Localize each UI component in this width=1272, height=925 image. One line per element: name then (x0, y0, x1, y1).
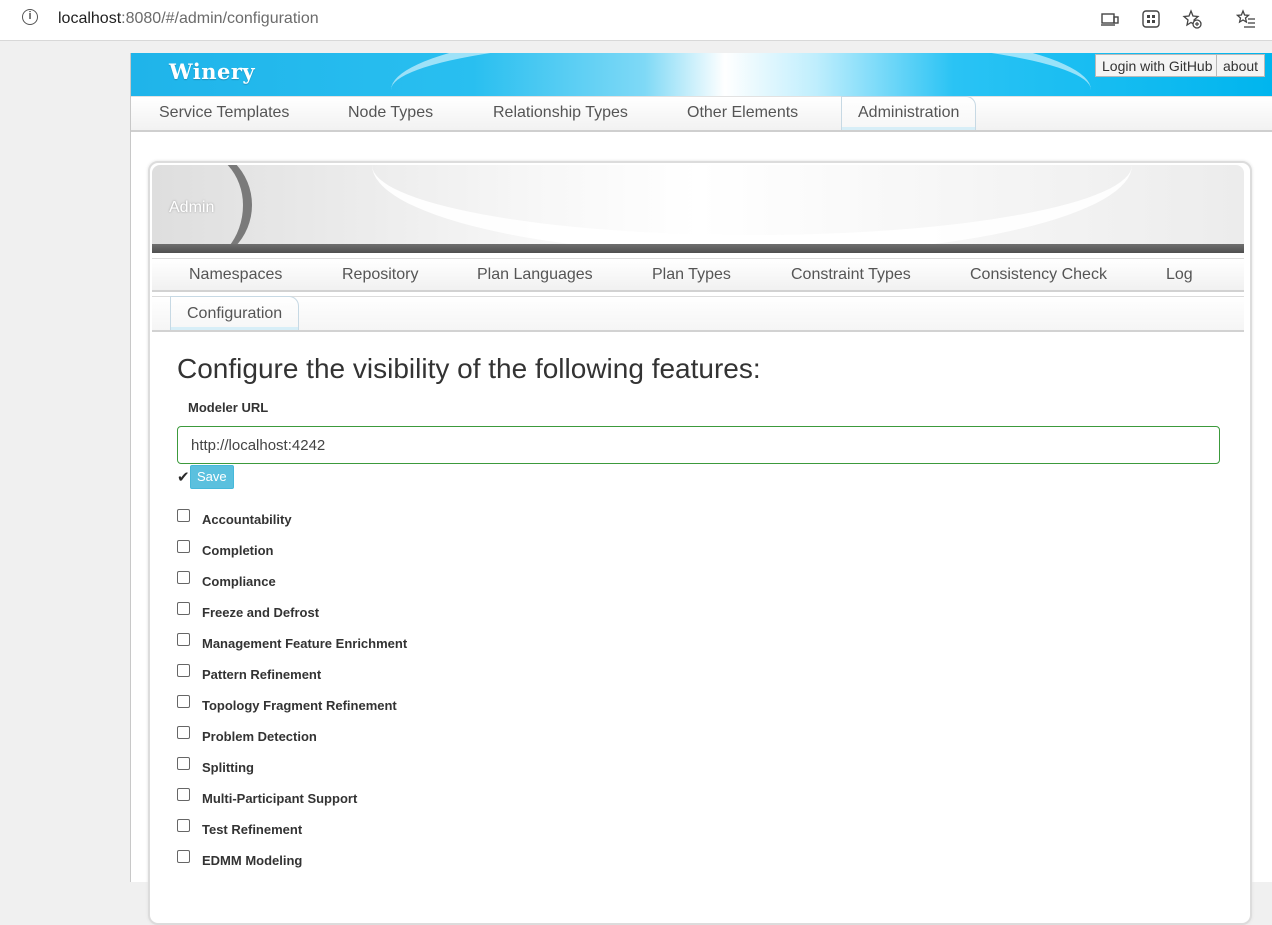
save-button[interactable]: Save (190, 465, 234, 489)
winery-app: Winery Login with GitHub about Service T… (130, 53, 1272, 925)
feature-checkbox[interactable] (177, 695, 190, 708)
tab-configuration[interactable]: Configuration (170, 296, 300, 330)
feature-label[interactable]: Accountability (202, 512, 292, 527)
nav-service-templates[interactable]: Service Templates (159, 104, 289, 122)
feature-checkbox[interactable] (177, 571, 190, 584)
admin-tabs: Namespaces Repository Plan Languages Pla… (152, 258, 1244, 292)
info-icon[interactable]: i (22, 9, 38, 25)
browser-address-bar: i localhost:8080/#/admin/configuration (0, 0, 1272, 41)
address-url[interactable]: localhost:8080/#/admin/configuration (58, 10, 319, 28)
favorites-list-icon[interactable] (1235, 9, 1256, 29)
feature-checkbox[interactable] (177, 540, 190, 553)
feature-checkbox[interactable] (177, 788, 190, 801)
tab-namespaces[interactable]: Namespaces (189, 266, 282, 284)
admin-banner-label: Admin (169, 199, 215, 216)
url-host: localhost (58, 10, 122, 27)
add-favorite-icon[interactable] (1182, 9, 1202, 29)
tab-repository[interactable]: Repository (342, 266, 418, 284)
feature-checkbox[interactable] (177, 633, 190, 646)
feature-label[interactable]: Multi-Participant Support (202, 791, 357, 806)
feature-checkbox[interactable] (177, 757, 190, 770)
feature-checkbox[interactable] (177, 509, 190, 522)
banner-bar-decoration (152, 244, 1244, 253)
main-navigation: Service Templates Node Types Relationshi… (131, 96, 1272, 132)
winery-logo[interactable]: Winery (169, 59, 255, 84)
admin-tabs-row-2: Configuration (152, 296, 1244, 332)
nav-other-elements[interactable]: Other Elements (687, 104, 798, 122)
feature-label[interactable]: Topology Fragment Refinement (202, 698, 397, 713)
feature-checkbox[interactable] (177, 664, 190, 677)
feature-label[interactable]: Freeze and Defrost (202, 605, 319, 620)
admin-panel: Admin Namespaces Repository Plan Languag… (148, 161, 1252, 925)
feature-label[interactable]: EDMM Modeling (202, 853, 302, 868)
feature-label[interactable]: Test Refinement (202, 822, 302, 837)
nav-node-types[interactable]: Node Types (348, 104, 433, 122)
feature-checkbox[interactable] (177, 602, 190, 615)
tab-plan-types[interactable]: Plan Types (652, 266, 731, 284)
modeler-url-input[interactable] (177, 426, 1220, 464)
feature-label[interactable]: Completion (202, 543, 274, 558)
apps-grid-icon[interactable] (1141, 9, 1161, 29)
tab-log[interactable]: Log (1166, 266, 1193, 284)
login-github-button[interactable]: Login with GitHub (1095, 54, 1220, 77)
url-path: :8080/#/admin/configuration (121, 10, 319, 27)
nav-administration[interactable]: Administration (841, 96, 977, 130)
banner-swoosh-decoration (372, 165, 1132, 253)
tab-consistency-check[interactable]: Consistency Check (970, 266, 1107, 284)
feature-label[interactable]: Compliance (202, 574, 276, 589)
feature-checkbox[interactable] (177, 850, 190, 863)
tab-constraint-types[interactable]: Constraint Types (791, 266, 911, 284)
header-swoosh-decoration (391, 53, 1091, 96)
feature-checkbox[interactable] (177, 819, 190, 832)
nav-relationship-types[interactable]: Relationship Types (493, 104, 628, 122)
feature-label[interactable]: Problem Detection (202, 729, 317, 744)
feature-checkbox[interactable] (177, 726, 190, 739)
feature-label[interactable]: Pattern Refinement (202, 667, 321, 682)
page-title: Configure the visibility of the followin… (177, 353, 761, 384)
modeler-url-label: Modeler URL (188, 400, 269, 415)
admin-banner: Admin (152, 165, 1244, 253)
app-header: Winery Login with GitHub about (131, 53, 1272, 96)
tab-plan-languages[interactable]: Plan Languages (477, 266, 593, 284)
valid-check-icon: ✔ (177, 469, 190, 486)
feature-label[interactable]: Management Feature Enrichment (202, 636, 407, 651)
feature-label[interactable]: Splitting (202, 760, 254, 775)
device-icon[interactable] (1100, 9, 1120, 29)
about-button[interactable]: about (1216, 54, 1266, 77)
